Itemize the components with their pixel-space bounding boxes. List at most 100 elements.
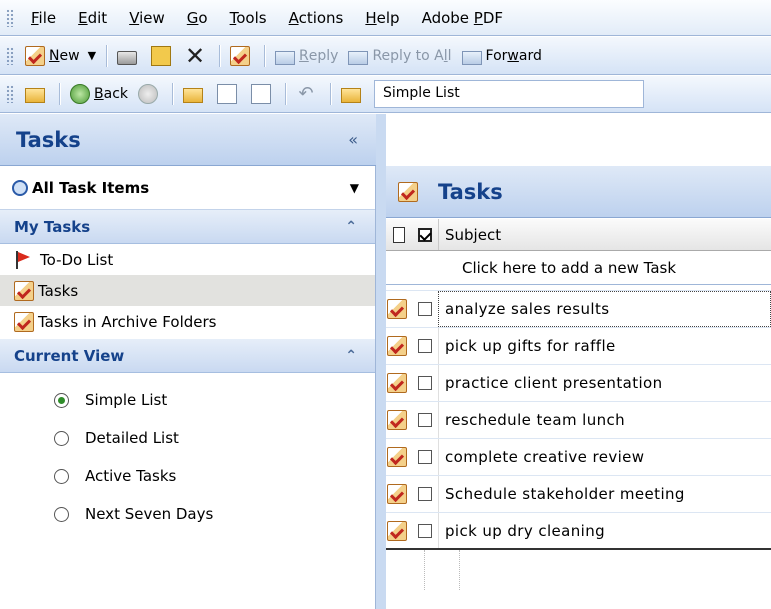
forward-button[interactable]: For w ard	[457, 41, 547, 71]
nav-item-todo-list[interactable]: To-Do List	[0, 244, 375, 275]
table-row[interactable]: Schedule stakeholder meeting	[386, 476, 771, 513]
view-option-active-tasks[interactable]: Active Tasks	[0, 457, 375, 495]
folder-list-icon	[217, 84, 237, 104]
view-option-simple-list[interactable]: Simple List	[0, 381, 375, 419]
task-icon	[387, 484, 407, 504]
chevron-down-icon[interactable]: ▼	[88, 49, 96, 62]
nav-pane-title: Tasks	[16, 127, 81, 152]
menu-help[interactable]: Help	[354, 9, 410, 27]
current-view-section-header[interactable]: Current View ⌃	[0, 339, 375, 373]
new-button[interactable]: New ▼	[20, 41, 101, 71]
advanced-toolbar: Back ↶ Simple List	[0, 76, 771, 113]
edit-task-button[interactable]	[225, 41, 259, 71]
tasks-folder-icon	[14, 280, 34, 301]
print-preview-button[interactable]	[246, 79, 280, 109]
reply-icon	[275, 50, 296, 65]
forward-nav-button[interactable]	[133, 79, 167, 109]
pane-splitter[interactable]	[376, 114, 386, 609]
radio-selected[interactable]	[54, 392, 69, 408]
task-icon	[387, 336, 407, 356]
view-option-next-seven-days[interactable]: Next Seven Days	[0, 495, 375, 533]
table-row[interactable]: pick up gifts for raffle	[386, 328, 771, 365]
reply-button[interactable]: Reply	[270, 41, 343, 71]
toolbar-grip[interactable]	[6, 46, 14, 65]
radio-button[interactable]	[54, 506, 69, 522]
toolbar-separator	[59, 83, 60, 105]
menu-view[interactable]: View	[118, 9, 176, 27]
menu-edit[interactable]: Edit	[67, 9, 118, 27]
outlook-today-button[interactable]	[20, 79, 54, 109]
table-row[interactable]: reschedule team lunch	[386, 402, 771, 439]
toolbar-separator	[285, 83, 286, 105]
task-subject: complete creative review	[438, 439, 771, 475]
radio-button[interactable]	[54, 430, 69, 446]
toolbar-separator	[172, 83, 173, 105]
table-row[interactable]: pick up dry cleaning	[386, 513, 771, 550]
collapse-pane-icon[interactable]: «	[348, 130, 358, 149]
view-option-detailed-list[interactable]: Detailed List	[0, 419, 375, 457]
navigation-pane: All Task Items ▼ My Tasks ⌃ To-Do List T…	[0, 166, 376, 609]
standard-toolbar: New ▼ ✕ Reply Reply to All For w ard	[0, 37, 771, 75]
current-view-field[interactable]: Simple List	[374, 80, 644, 108]
menu-actions[interactable]: Actions	[278, 9, 355, 27]
task-subject: Schedule stakeholder meeting	[438, 476, 771, 512]
task-items-combo[interactable]: All Task Items ▼	[0, 166, 375, 210]
add-new-task-row[interactable]: Click here to add a new Task	[386, 251, 771, 285]
move-to-folder-icon	[151, 45, 172, 66]
toolbar-separator	[330, 83, 331, 105]
tasks-pane-header: Tasks	[386, 166, 771, 218]
task-subject: pick up gifts for raffle	[438, 328, 771, 364]
nav-item-tasks[interactable]: Tasks	[0, 275, 375, 306]
table-row[interactable]: complete creative review	[386, 439, 771, 476]
icon-column-header[interactable]	[386, 226, 412, 243]
print-button[interactable]	[112, 41, 146, 71]
undo-button[interactable]: ↶	[291, 79, 325, 109]
complete-checkbox[interactable]	[418, 487, 432, 501]
complete-checkbox[interactable]	[418, 523, 432, 538]
move-to-folder-button[interactable]	[146, 41, 180, 71]
collapse-up-icon[interactable]: ⌃	[345, 219, 357, 235]
back-button[interactable]: Back	[65, 79, 133, 109]
complete-checkbox[interactable]	[418, 413, 432, 427]
menu-file[interactable]: File	[20, 9, 67, 27]
tasks-icon	[398, 181, 418, 202]
collapse-up-icon[interactable]: ⌃	[345, 348, 357, 364]
table-row[interactable]: analyze sales results	[386, 291, 771, 328]
table-row[interactable]: practice client presentation	[386, 365, 771, 402]
menu-go[interactable]: Go	[176, 9, 219, 27]
up-one-level-button[interactable]	[178, 79, 212, 109]
delete-button[interactable]: ✕	[180, 41, 214, 71]
menubar-grip[interactable]	[6, 8, 14, 27]
red-flag-icon	[14, 250, 32, 269]
menu-bar: File Edit View Go Tools Actions Help Ado…	[0, 0, 771, 36]
empty-list-area	[386, 550, 771, 590]
reply-all-button[interactable]: Reply to All	[343, 41, 456, 71]
menu-tools[interactable]: Tools	[219, 9, 278, 27]
view-option-label: Simple List	[85, 391, 168, 409]
task-icon	[387, 373, 407, 393]
nav-item-archive-tasks[interactable]: Tasks in Archive Folders	[0, 306, 375, 337]
radio-button[interactable]	[54, 468, 69, 484]
nav-item-label: Tasks in Archive Folders	[38, 312, 217, 331]
complete-checkbox[interactable]	[418, 450, 432, 464]
complete-checkbox[interactable]	[418, 339, 432, 353]
folder-list-button[interactable]	[212, 79, 246, 109]
toolbar-grip[interactable]	[6, 85, 14, 103]
nav-pane-header: Tasks «	[0, 114, 376, 166]
find-a-contact-button[interactable]	[336, 79, 370, 109]
current-view-title: Current View	[14, 346, 125, 365]
tasks-folder-icon	[14, 311, 34, 332]
complete-checkbox[interactable]	[418, 302, 432, 316]
view-option-label: Next Seven Days	[85, 505, 214, 523]
outlook-today-icon	[25, 88, 45, 103]
menu-adobe-pdf[interactable]: Adobe PDF	[411, 9, 514, 27]
complete-checkbox[interactable]	[418, 376, 432, 390]
my-tasks-section-header[interactable]: My Tasks ⌃	[0, 210, 375, 244]
task-subject: pick up dry cleaning	[438, 513, 771, 548]
forward-arrow-icon	[138, 84, 158, 104]
chevron-down-icon[interactable]: ▼	[350, 181, 359, 195]
complete-column-header[interactable]	[412, 227, 438, 242]
nav-item-label: To-Do List	[40, 250, 114, 269]
subject-column-header[interactable]: Subject	[438, 219, 771, 250]
task-icon	[387, 410, 407, 430]
